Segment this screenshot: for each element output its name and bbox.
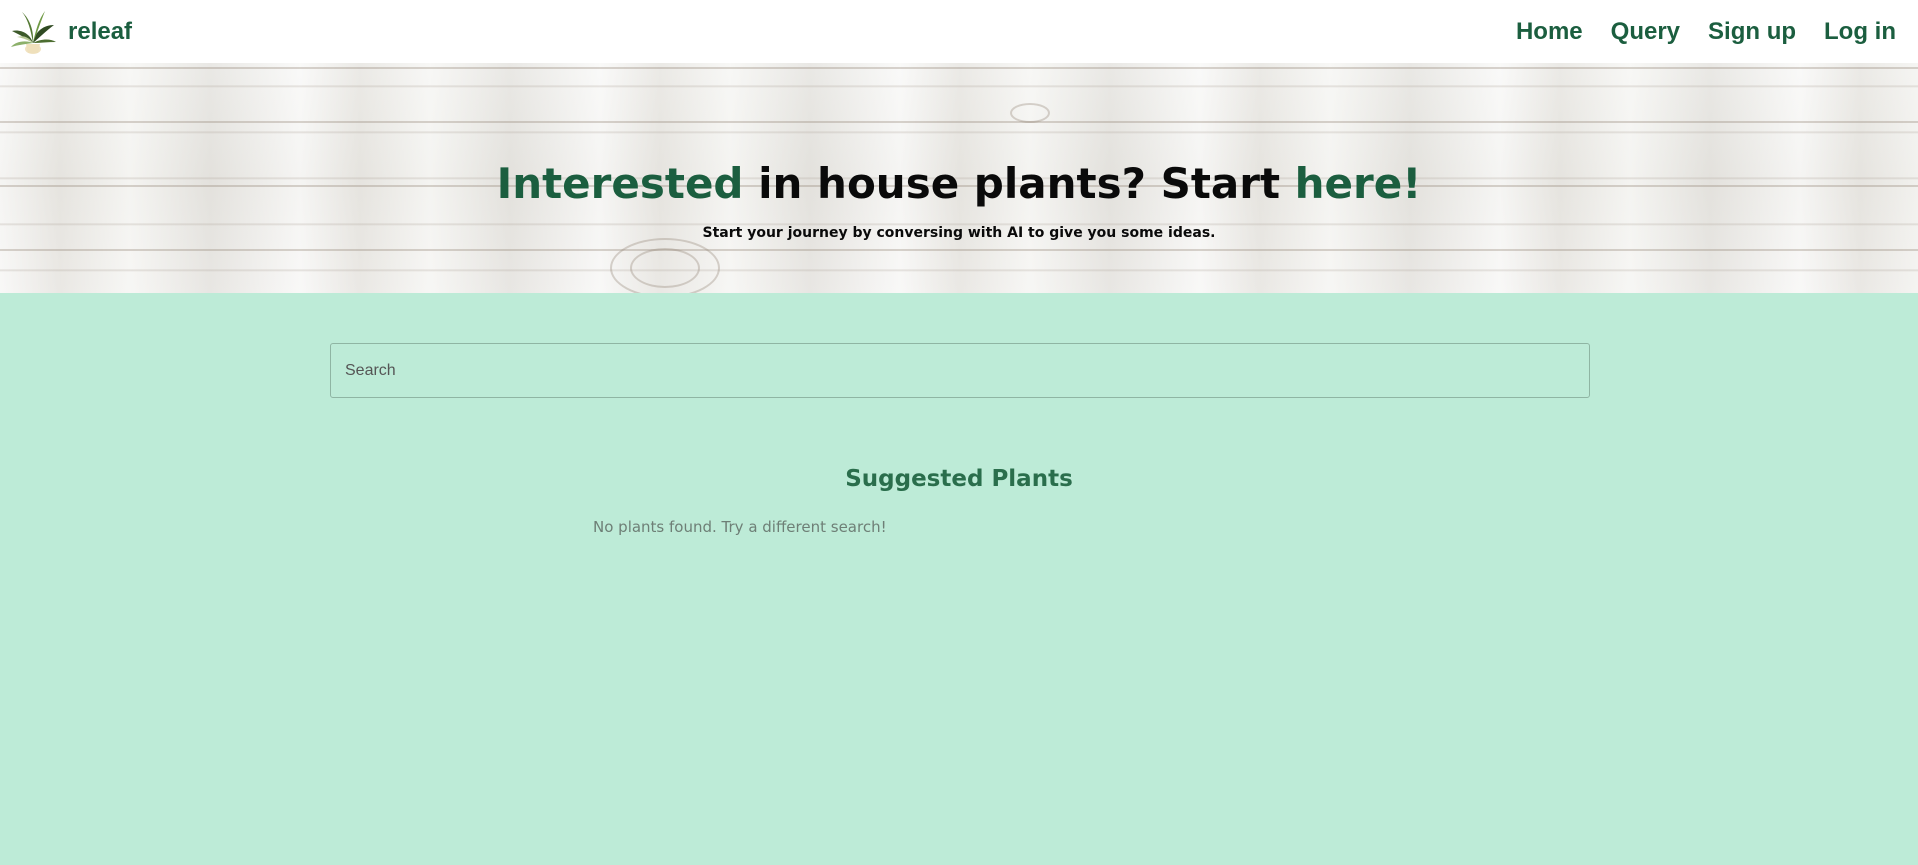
brand-link[interactable]: releaf	[8, 7, 132, 57]
empty-results-message: No plants found. Try a different search!	[593, 518, 887, 536]
brand-name: releaf	[68, 17, 133, 45]
main-nav: Home Query Sign up Log in	[1516, 18, 1896, 46]
wood-knot	[1010, 103, 1050, 123]
nav-link-log-in[interactable]: Log in	[1824, 18, 1896, 46]
potted-plant-icon	[11, 10, 56, 54]
wood-knot	[630, 248, 700, 288]
suggested-plants-heading: Suggested Plants	[845, 466, 1073, 492]
nav-link-sign-up[interactable]: Sign up	[1708, 18, 1796, 46]
hero-title: Interested in house plants? Start here!	[0, 159, 1918, 208]
wood-plank-divider	[0, 121, 1918, 123]
search-input[interactable]	[330, 343, 1590, 398]
hero-subtitle: Start your journey by conversing with AI…	[702, 225, 1216, 241]
hero-title-accent: Interested	[496, 159, 744, 208]
hero-title-middle: in house plants? Start	[743, 159, 1295, 208]
hero-banner: Interested in house plants? Start here! …	[0, 63, 1918, 293]
wood-plank-divider	[0, 249, 1918, 251]
hero-title-accent: here!	[1294, 159, 1422, 208]
wood-plank-divider	[0, 67, 1918, 69]
nav-link-query[interactable]: Query	[1611, 18, 1680, 46]
nav-link-home[interactable]: Home	[1516, 18, 1583, 46]
navbar: releaf Home Query Sign up Log in	[0, 0, 1918, 63]
main-content: Suggested Plants No plants found. Try a …	[0, 293, 1918, 865]
